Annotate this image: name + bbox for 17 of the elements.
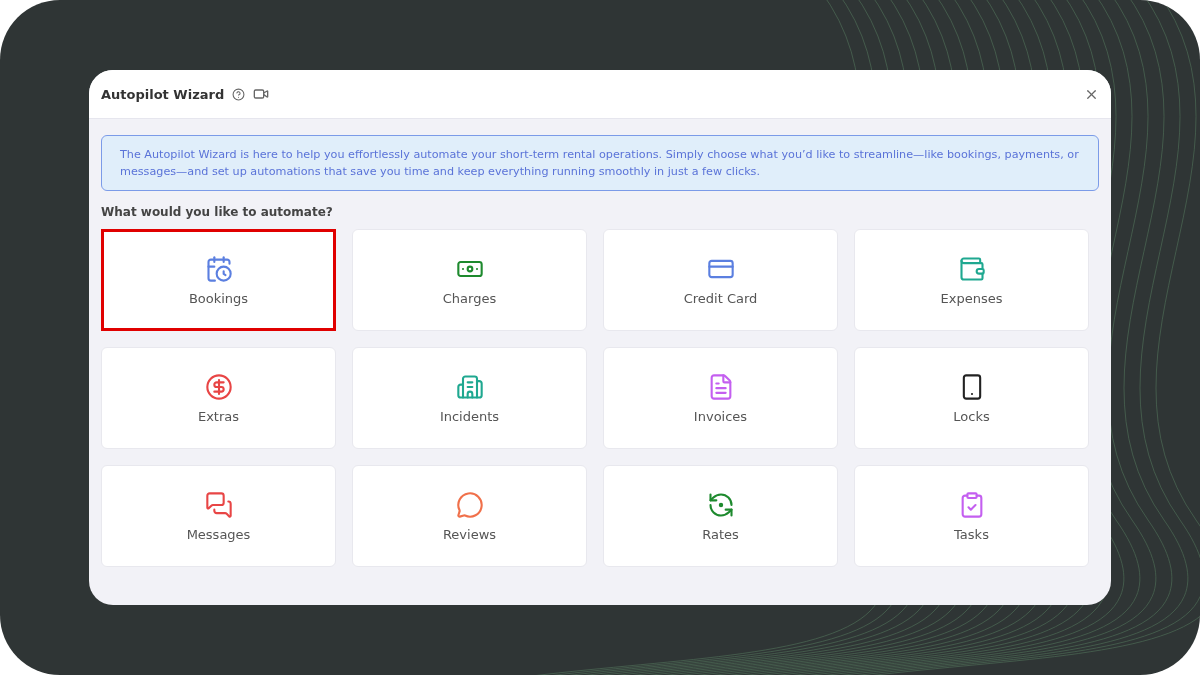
automation-option[interactable]: Extras: [101, 347, 336, 449]
question-label: What would you like to automate?: [101, 205, 334, 219]
help-icon[interactable]: [232, 87, 246, 101]
info-message: The Autopilot Wizard is here to help you effortlessly automate your short-term rental operations. Simply choose what you’d like to streamline—like bookings, payments, or messages—and set up automations that save you time and keep everything running smoothly in just a few clicks.: [101, 135, 1099, 191]
automation-option[interactable]: Expenses: [854, 229, 1089, 331]
video-icon[interactable]: [253, 86, 270, 102]
automation-option[interactable]: Credit Card: [603, 229, 838, 331]
automation-option[interactable]: Tasks: [854, 465, 1089, 567]
automation-option[interactable]: Reviews: [352, 465, 587, 567]
automation-option[interactable]: Invoices: [603, 347, 838, 449]
automation-option[interactable]: Locks: [854, 347, 1089, 449]
automation-option[interactable]: Bookings: [101, 229, 336, 331]
dialog-title: Autopilot Wizard: [101, 86, 225, 102]
automation-option[interactable]: Messages: [101, 465, 336, 567]
automation-option[interactable]: Rates: [603, 465, 838, 567]
automation-option[interactable]: Incidents: [352, 347, 587, 449]
automation-option[interactable]: Charges: [352, 229, 587, 331]
